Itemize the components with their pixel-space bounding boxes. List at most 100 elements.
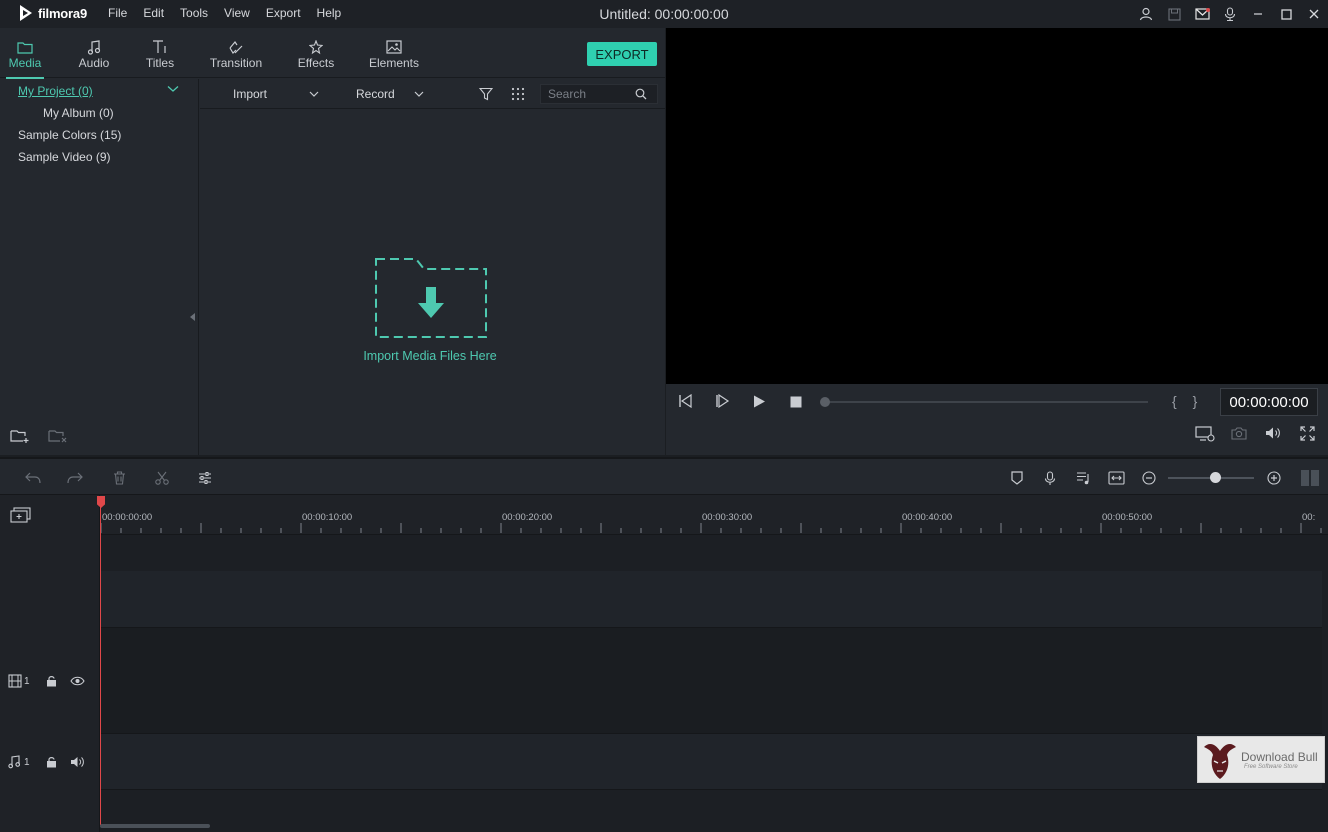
tab-elements[interactable]: Elements [364,28,424,78]
tab-transition-label: Transition [209,56,263,70]
new-folder-icon[interactable] [10,428,30,444]
search-icon[interactable] [635,88,647,100]
zoom-in-button[interactable] [1265,459,1283,497]
watermark-subtitle: Free Software Store [1244,764,1298,770]
tab-titles[interactable]: Titles [136,28,184,78]
eye-icon[interactable] [69,676,85,686]
menu-export[interactable]: Export [258,6,309,20]
stop-button[interactable] [790,396,802,408]
player-controls: { } 00:00:00:00 [666,384,1328,455]
speaker-icon[interactable] [70,756,85,768]
maximize-button[interactable] [1272,0,1300,28]
minimize-button[interactable] [1244,0,1272,28]
fit-timeline-button[interactable] [1106,459,1126,497]
marker-icon [1011,471,1023,485]
tab-effects[interactable]: Effects [292,28,340,78]
chevron-down-icon[interactable] [167,85,179,93]
previous-frame-button[interactable] [678,394,693,408]
timeline-toolbar [0,457,1328,495]
tab-transition[interactable]: Transition [204,28,268,78]
video-track[interactable] [100,628,1322,734]
track-row[interactable] [100,571,1322,628]
download-button[interactable] [1216,0,1244,28]
sliders-icon [199,472,211,484]
account-button[interactable] [1132,0,1160,28]
microphone-icon [1044,470,1056,485]
menu-edit[interactable]: Edit [135,6,172,20]
search-box [540,84,658,104]
playback-progress-handle[interactable] [820,397,830,407]
menu-file[interactable]: File [100,6,135,20]
record-dropdown[interactable]: Record [356,79,424,109]
media-library: Import Record Import Media [200,79,665,455]
export-button[interactable]: EXPORT [587,42,657,66]
play-icon [754,395,765,408]
marker-button[interactable] [1008,459,1026,497]
grid-view-icon[interactable] [511,87,525,101]
menu-help[interactable]: Help [309,6,350,20]
snapshot-button[interactable] [1231,426,1247,440]
delete-button[interactable] [110,459,128,497]
track-row[interactable] [100,535,1322,571]
close-button[interactable] [1300,0,1328,28]
stop-icon [790,396,802,408]
redo-button[interactable] [66,459,84,497]
mark-in-out-icon[interactable]: { } [1172,393,1203,409]
adjust-button[interactable] [196,459,214,497]
collapse-panel-icon[interactable] [190,313,196,321]
camera-icon [1231,427,1247,440]
tab-audio[interactable]: Audio [70,28,118,78]
render-settings-button[interactable] [1195,426,1215,442]
messages-button[interactable] [1188,0,1216,28]
zoom-in-icon [1267,471,1281,485]
undo-button[interactable] [24,459,42,497]
import-label: Import [233,87,268,101]
timeline-scrollbar[interactable] [100,824,210,828]
zoom-slider-handle[interactable] [1209,472,1221,483]
add-track-icon[interactable] [10,507,32,523]
speaker-icon [1266,427,1280,439]
monitor-settings-icon [1195,426,1215,442]
delete-folder-icon[interactable] [48,428,68,444]
save-button[interactable] [1160,0,1188,28]
fullscreen-button[interactable] [1300,426,1315,441]
play-button[interactable] [753,395,766,408]
media-tabs: Media Audio Titles Transition Effects El… [0,28,665,79]
lock-icon[interactable] [46,675,57,687]
mail-icon [1194,8,1210,20]
import-drop-zone[interactable]: Import Media Files Here [350,229,510,363]
ruler-label: 00:00:30:00 [702,512,753,523]
bull-logo-icon [1204,744,1236,779]
menu-bar: File Edit Tools View Export Help [100,6,349,20]
player-timecode: 00:00:00:00 [1220,388,1318,416]
playback-progress-track[interactable] [824,401,1148,403]
voiceover-button[interactable] [1041,459,1059,497]
preview-window [666,28,1328,384]
volume-button[interactable] [1265,426,1281,440]
import-folder-icon [375,258,487,338]
tree-item-sample-video[interactable]: Sample Video (9) [18,150,111,164]
tree-item-my-album[interactable]: My Album (0) [43,106,114,120]
split-button[interactable] [153,459,171,497]
menu-view[interactable]: View [216,6,258,20]
tree-item-my-project[interactable]: My Project (0) [18,84,93,98]
menu-tools[interactable]: Tools [172,6,216,20]
title-actions [1132,0,1328,28]
audio-mixer-button[interactable] [1074,459,1092,497]
next-frame-button[interactable] [715,394,730,408]
lock-icon[interactable] [46,756,57,768]
tab-media[interactable]: Media [0,28,50,79]
playhead[interactable] [100,503,101,825]
audio-track[interactable] [100,734,1322,790]
app-logo: filmora9 [18,4,87,22]
layout-button[interactable] [1299,459,1321,497]
video-track-number: 1 [24,675,30,687]
tree-item-sample-colors[interactable]: Sample Colors (15) [18,128,121,142]
folder-icon [17,41,33,54]
filter-icon[interactable] [479,87,493,101]
search-input[interactable] [541,87,635,101]
import-dropdown[interactable]: Import [233,79,319,109]
zoom-out-button[interactable] [1140,459,1158,497]
timeline-ruler[interactable]: 00:00:00:00 00:00:10:00 00:00:20:00 00:0… [100,495,1328,535]
watermark-title: Download Bull [1241,750,1318,764]
